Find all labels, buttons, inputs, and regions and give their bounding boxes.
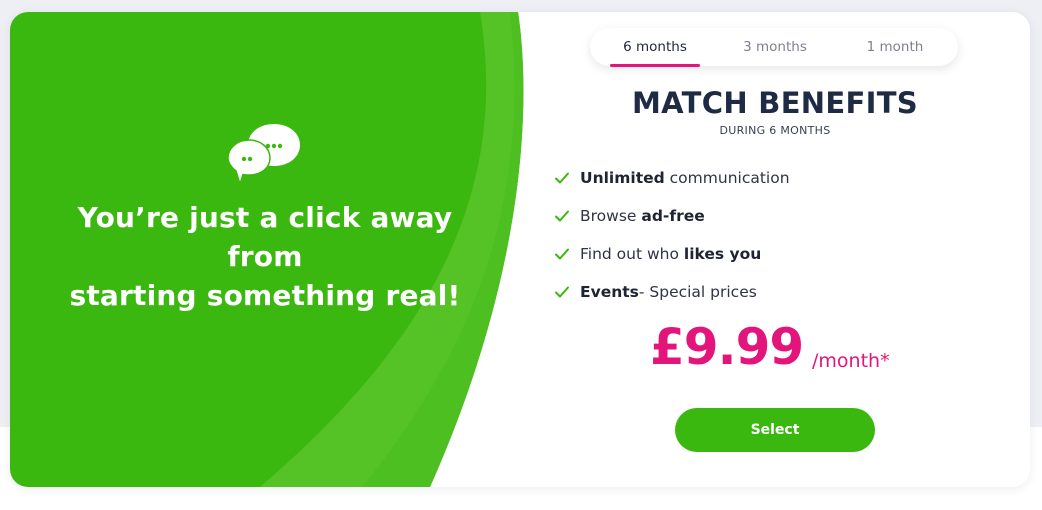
select-button[interactable]: Select: [675, 408, 875, 452]
price-amount: £9.99: [650, 318, 804, 376]
benefit-text: Unlimited communication: [580, 166, 790, 190]
benefit-item-unlimited-communication: Unlimited communication: [554, 166, 934, 204]
promo-headline-line-2: from: [227, 240, 303, 273]
benefits-subtitle: DURING 6 MONTHS: [719, 124, 831, 137]
benefit-rest: Find out who: [580, 245, 684, 263]
benefit-rest: Browse: [580, 207, 642, 225]
check-icon: [555, 172, 569, 184]
price-period: /month*: [812, 350, 890, 372]
benefit-rest: - Special prices: [638, 283, 757, 301]
benefit-list: Unlimited communication Browse ad-free F…: [554, 166, 934, 318]
chat-bubbles-icon: [228, 124, 300, 187]
benefit-rest: communication: [664, 169, 790, 187]
benefit-item-events: Events- Special prices: [554, 280, 934, 318]
benefit-bold: likes you: [683, 245, 762, 263]
benefit-bold: ad-free: [641, 207, 705, 225]
active-tab-indicator: [610, 64, 700, 67]
benefit-text: Browse ad-free: [580, 204, 705, 228]
check-icon: [555, 210, 569, 222]
price: £9.99 /month*: [650, 318, 910, 388]
tab-3-months[interactable]: 3 months: [725, 28, 825, 66]
duration-tabs: 6 months 3 months 1 month: [590, 28, 958, 67]
promo-headline: You’re just a click away from starting s…: [50, 198, 480, 315]
tab-1-month[interactable]: 1 month: [845, 28, 945, 66]
promo-headline-line-3: starting something real!: [69, 279, 461, 312]
tab-6-months[interactable]: 6 months: [605, 28, 705, 66]
benefit-text: Find out who likes you: [580, 242, 761, 266]
promo-headline-line-1: You’re just a click away: [77, 201, 453, 234]
benefit-item-ad-free: Browse ad-free: [554, 204, 934, 242]
benefit-text: Events- Special prices: [580, 280, 757, 304]
benefit-bold: Events: [580, 283, 639, 301]
benefits-title: MATCH BENEFITS: [632, 86, 918, 120]
benefit-item-likes-you: Find out who likes you: [554, 242, 934, 280]
check-icon: [555, 286, 569, 298]
subscription-card: You’re just a click away from starting s…: [10, 12, 1030, 487]
benefit-bold: Unlimited: [580, 169, 665, 187]
check-icon: [555, 248, 569, 260]
